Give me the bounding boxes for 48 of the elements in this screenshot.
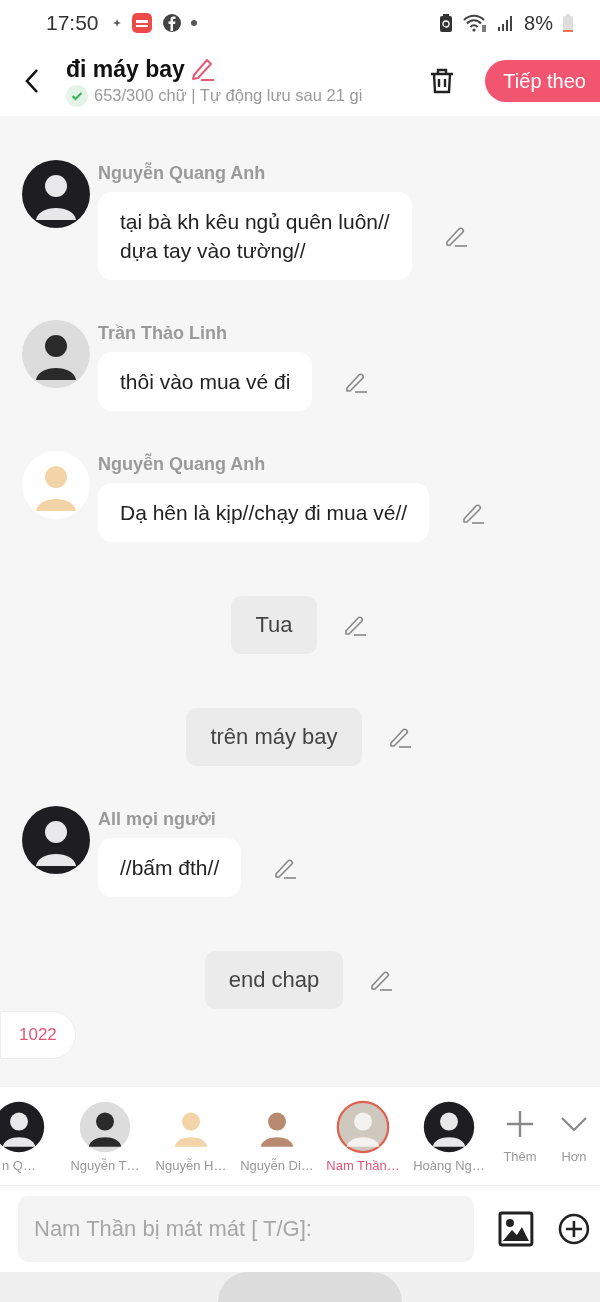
character-name: Nguyễn Quang Anh (98, 454, 267, 475)
message-bubble[interactable]: Dạ hên là kịp//chạy đi mua vé// (98, 483, 430, 542)
edit-icon[interactable] (387, 725, 412, 749)
plus-icon (505, 1108, 535, 1139)
avatar (422, 1099, 476, 1154)
edit-icon[interactable] (369, 968, 394, 992)
add-icon[interactable] (558, 1213, 590, 1245)
character-tab[interactable]: n Q… (0, 1099, 62, 1173)
character-name: All mọi người (98, 809, 217, 830)
avatar (0, 1099, 46, 1154)
avatar (22, 806, 90, 874)
narration-bubble[interactable]: end chap (204, 951, 344, 1009)
avatar (22, 451, 90, 519)
story-title: đi máy bay (66, 55, 185, 83)
more-button[interactable]: Hơn (548, 1108, 600, 1164)
narration-bubble[interactable]: Tua (231, 596, 317, 654)
image-icon[interactable] (498, 1211, 535, 1247)
wifi-icon (462, 13, 489, 33)
character-tab[interactable]: Hoàng Ng… (406, 1099, 492, 1173)
battery-saver-icon (439, 13, 454, 33)
battery-percent: 8% (524, 11, 553, 35)
dot-icon (190, 20, 197, 26)
message-bubble[interactable]: //bấm đth// (98, 838, 242, 897)
avatar (78, 1099, 132, 1154)
count-badge[interactable]: 1022 (0, 1011, 76, 1059)
avatar (336, 1099, 390, 1154)
facebook-icon (161, 13, 182, 33)
character-tab[interactable]: Nguyễn H… (148, 1099, 234, 1173)
message-input-field[interactable]: Nam Thần bị mát mát [ T/G]: (18, 1196, 475, 1262)
avatar (22, 160, 90, 228)
message-bubble[interactable]: thôi vào mua vé đi (98, 352, 313, 411)
battery-icon (562, 13, 574, 33)
character-tab[interactable]: Nguyễn T… (62, 1099, 148, 1173)
narration-bubble[interactable]: trên máy bay (186, 708, 362, 766)
edit-icon[interactable] (342, 613, 367, 637)
character-name: Trần Thảo Linh (98, 323, 228, 344)
character-tab[interactable]: Nguyễn Di… (234, 1099, 320, 1173)
check-icon (66, 84, 88, 107)
add-character-button[interactable]: Thêm (494, 1108, 546, 1164)
avatar (22, 320, 90, 388)
edit-icon[interactable] (443, 224, 468, 248)
word-count-status: 653/300 chữ | Tự động lưu sau 21 gi (94, 86, 363, 105)
character-tab[interactable]: Nam Thần… (320, 1099, 406, 1173)
next-button[interactable]: Tiếp theo (485, 60, 600, 102)
character-name: Nguyễn Quang Anh (98, 163, 267, 184)
message-bubble[interactable]: tại bà kh kêu ngủ quên luôn// dựa tay vào tường// (98, 192, 412, 280)
status-time: 17:50 (46, 11, 99, 35)
app-icon (130, 12, 153, 34)
